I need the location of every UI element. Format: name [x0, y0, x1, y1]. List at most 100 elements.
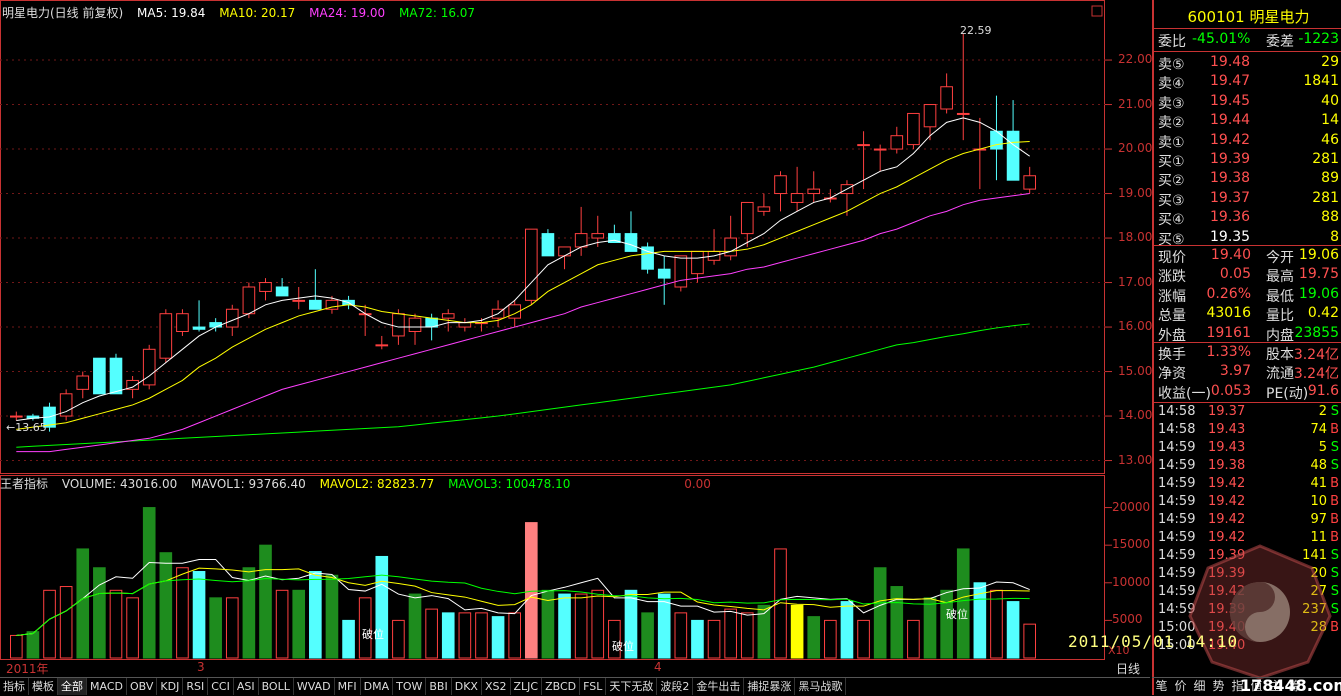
indicator-tab[interactable]: 捕捉暴涨 — [744, 678, 796, 695]
level-price: 19.44 — [1210, 112, 1251, 129]
candle-body — [724, 237, 737, 257]
right-panel-tab[interactable]: 细 — [1190, 678, 1209, 695]
volume-bar — [574, 593, 588, 659]
right-panel-tab[interactable]: 价 — [1171, 678, 1190, 695]
indicator-tab[interactable]: RSI — [183, 678, 209, 695]
candle — [1006, 100, 1020, 181]
stat-label: PE(动) — [1266, 385, 1309, 402]
tick-time: 14:59 — [1158, 494, 1196, 509]
level-label: 买① — [1158, 154, 1185, 170]
indicator-tab[interactable]: MFI — [335, 678, 361, 695]
right-panel-tab[interactable]: 势 — [1209, 678, 1228, 695]
candle-body — [76, 375, 90, 390]
candle — [956, 33, 970, 141]
stock-code-name: 600101 明星电力 — [1154, 6, 1341, 27]
candle-body — [541, 233, 555, 257]
indicator-title[interactable]: 王者指标 — [0, 477, 48, 491]
volume-bar — [408, 593, 422, 659]
candle-body — [142, 348, 156, 386]
indicator-tab[interactable]: 天下无敌 — [606, 678, 658, 695]
stat-value: 3.24亿 — [1293, 347, 1339, 363]
candle — [724, 215, 737, 261]
indicator-tab[interactable]: 指标 — [0, 678, 29, 695]
level-label: 卖⑤ — [1158, 57, 1185, 73]
ma5-line — [16, 117, 1030, 421]
volume-bar — [591, 589, 605, 659]
candle-body — [907, 112, 920, 146]
indicator-tab[interactable]: KDJ — [157, 678, 184, 695]
candle — [275, 278, 289, 297]
volume-bar — [309, 571, 322, 659]
indicator-tab[interactable]: XS2 — [482, 678, 511, 695]
sell-level-row: 卖① 19.42 46 — [1158, 132, 1341, 151]
indicator-tab[interactable]: ZBCD — [542, 678, 581, 695]
volume-bar — [641, 612, 654, 659]
tick-price: 19.42 — [1208, 494, 1246, 509]
volume-bar — [126, 597, 139, 659]
price-axis-label: 22.00 — [1118, 52, 1153, 67]
indicator-tab[interactable]: BOLL — [259, 678, 294, 695]
tick-time: 14:58 — [1158, 422, 1196, 437]
wei-bi-label: 委比 — [1158, 34, 1186, 50]
candle — [574, 206, 588, 256]
indicator-tab[interactable]: MACD — [87, 678, 127, 695]
level-volume: 8 — [1330, 228, 1339, 245]
indicator-tab[interactable]: DKX — [452, 678, 482, 695]
level-label: 买② — [1158, 173, 1185, 190]
volume-bar — [425, 608, 438, 659]
stat-row: 涨跌 0.05 最高 19.75 — [1158, 266, 1341, 285]
candle-body — [109, 357, 123, 395]
indicator-tab[interactable]: WVAD — [294, 678, 335, 695]
level-price: 19.37 — [1210, 189, 1251, 206]
volume-bar — [59, 586, 73, 659]
volume-chart[interactable] — [0, 475, 1150, 660]
indicator-tab[interactable]: 金牛出击 — [693, 678, 745, 695]
stat-value: 19.06 — [1298, 247, 1339, 263]
volume-bar — [192, 571, 206, 659]
low-label: ←13.65 — [6, 421, 47, 434]
level-price: 19.39 — [1210, 151, 1251, 167]
watermark-site: 178448.com — [1240, 676, 1341, 695]
stat-row: 换手 1.33% 股本 3.24亿 — [1158, 344, 1341, 363]
candle-body — [757, 206, 771, 212]
indicator-tab[interactable]: CCI — [208, 678, 234, 695]
candle — [59, 389, 73, 421]
right-panel-tab[interactable]: 笔 — [1152, 678, 1171, 695]
price-axis-label: 15.00 — [1118, 363, 1153, 378]
break-label-3: 破位 — [946, 608, 968, 621]
candlestick-chart[interactable] — [0, 0, 1150, 475]
candle-body — [740, 201, 754, 235]
price-axis-label: 20.00 — [1118, 141, 1153, 156]
candle — [458, 318, 472, 332]
stat-value: 19.75 — [1298, 266, 1339, 283]
indicator-tab[interactable]: ASI — [234, 678, 259, 695]
volume-bar — [691, 619, 704, 659]
indicator-tab[interactable]: BBI — [426, 678, 452, 695]
level-volume: 14 — [1321, 112, 1339, 129]
tick-volume: 97 — [1310, 512, 1327, 527]
buy-level-row: 买② 19.38 89 — [1158, 170, 1341, 189]
indicator-tab[interactable]: 全部 — [58, 678, 87, 695]
level-price: 19.38 — [1210, 170, 1251, 187]
indicator-tab[interactable]: ZLJC — [511, 678, 543, 695]
period-label[interactable]: 日线 — [1116, 660, 1140, 677]
stat-value: 1.33% — [1206, 344, 1251, 360]
indicator-tab[interactable]: 模板 — [29, 678, 58, 695]
candle — [707, 229, 721, 265]
stat-value: 19.40 — [1210, 247, 1251, 263]
sell-level-row: 卖④ 19.47 1841 — [1158, 73, 1341, 92]
volume-bar — [956, 548, 970, 659]
candle-body — [375, 344, 389, 347]
volume-bar — [275, 589, 289, 659]
level-volume: 281 — [1312, 151, 1339, 167]
indicator-tab[interactable]: TOW — [393, 678, 427, 695]
indicator-tab[interactable]: 黑马战歌 — [795, 678, 847, 695]
indicator-tab[interactable]: DMA — [361, 678, 394, 695]
candle-body — [225, 308, 239, 328]
ma5-label: MA5: 19.84 — [137, 6, 206, 20]
indicator-tab[interactable]: FSL — [580, 678, 607, 695]
price-axis-label: 18.00 — [1118, 230, 1153, 245]
candle-body — [558, 246, 571, 257]
indicator-tab[interactable]: OBV — [127, 678, 158, 695]
indicator-tab[interactable]: 波段2 — [657, 678, 694, 695]
